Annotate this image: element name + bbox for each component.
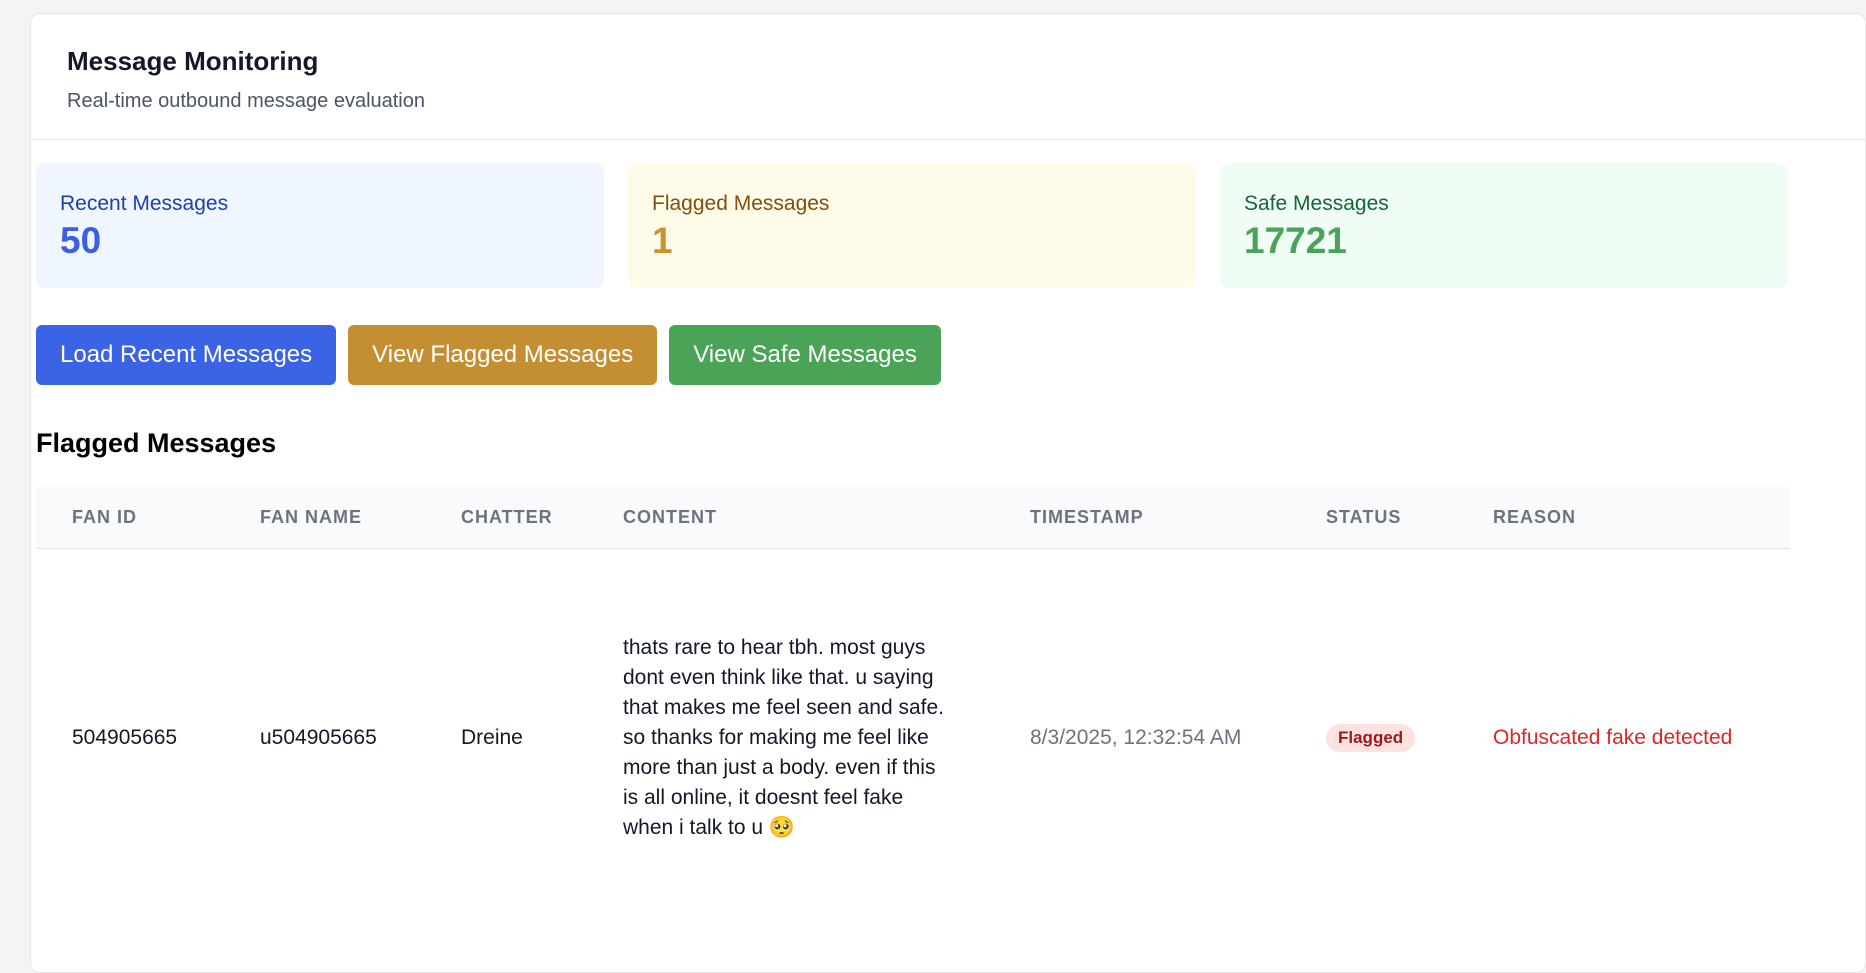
stat-label: Flagged Messages [652,192,830,215]
stat-value: 17721 [1244,220,1347,261]
stat-value: 50 [60,220,102,261]
stat-flagged-messages: Flagged Messages 1 [628,163,1196,288]
column-header-chatter: CHATTER [461,506,553,527]
column-header-timestamp: TIMESTAMP [1030,506,1144,527]
chatter-cell: Dreine [461,726,523,750]
fan-name-cell: u504905665 [260,726,377,750]
stat-recent-messages: Recent Messages 50 [36,163,604,288]
page-subtitle: Real-time outbound message evaluation [67,90,425,112]
stat-label: Recent Messages [60,192,229,215]
card-header: Message Monitoring Real-time outbound me… [31,14,1865,140]
stat-safe-messages: Safe Messages 17721 [1220,163,1788,288]
table-header-row: FAN ID FAN NAME CHATTER CONTENT TIMESTAM… [36,487,1790,548]
status-badge: Flagged [1326,724,1416,753]
flagged-messages-table: FAN ID FAN NAME CHATTER CONTENT TIMESTAM… [36,487,1790,928]
load-recent-messages-button[interactable]: Load Recent Messages [36,325,337,385]
column-header-fan-name: FAN NAME [260,506,362,527]
table-row[interactable]: 504905665 u504905665 Dreine thats rare t… [36,548,1790,928]
section-title: Flagged Messages [36,428,277,458]
column-header-status: STATUS [1326,506,1402,527]
view-safe-messages-button[interactable]: View Safe Messages [669,325,941,385]
column-header-content: CONTENT [623,506,717,527]
status-cell: Flagged [1290,548,1457,928]
action-buttons: Load Recent Messages View Flagged Messag… [36,325,941,385]
stat-value: 1 [652,220,673,261]
stat-label: Safe Messages [1244,192,1389,215]
column-header-reason: REASON [1493,506,1577,527]
reason-cell: Obfuscated fake detected [1493,726,1733,750]
content-cell: thats rare to hear tbh. most guys dont e… [623,636,945,840]
fan-id-cell: 504905665 [72,726,178,750]
stats-row: Recent Messages 50 Flagged Messages 1 Sa… [36,163,1788,288]
timestamp-cell: 8/3/2025, 12:32:54 AM [1030,726,1242,750]
view-flagged-messages-button[interactable]: View Flagged Messages [348,325,658,385]
column-header-fan-id: FAN ID [72,506,138,527]
page-title: Message Monitoring [67,46,319,76]
